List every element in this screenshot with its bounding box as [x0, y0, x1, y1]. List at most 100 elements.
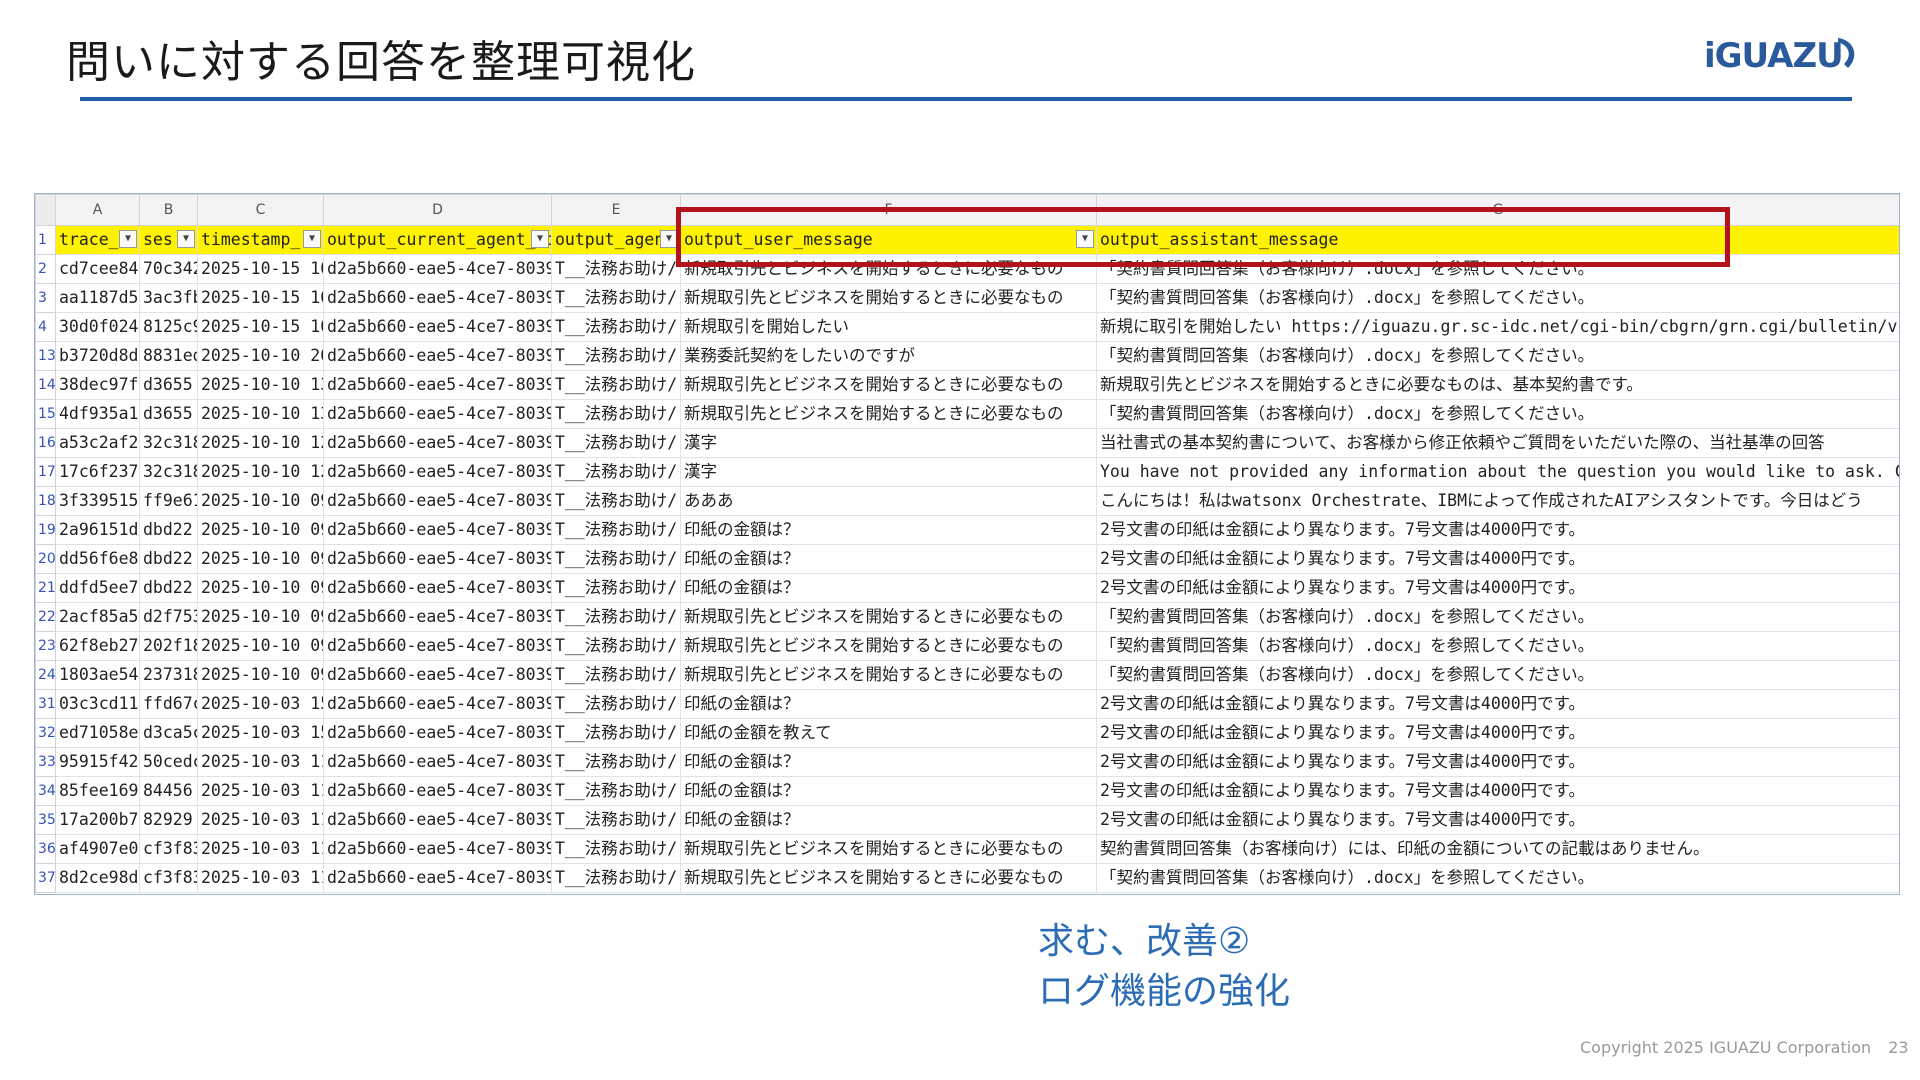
cell-assistant-message[interactable]: 新規取引先とビジネスを開始するときに必要なものは、基本契約書です。 [1096, 370, 1899, 400]
row-number[interactable]: 16 [35, 428, 56, 458]
cell-agent[interactable]: T__法務お助け/ [551, 602, 681, 632]
cell-agent-id[interactable]: d2a5b660-eae5-4ce7-8039 [323, 544, 552, 574]
cell-trace-id[interactable]: 1803ae54 [55, 660, 140, 690]
cell-timestamp[interactable]: 2025-10-10 12 [197, 457, 324, 487]
cell-trace-id[interactable]: 03c3cd11 [55, 689, 140, 719]
cell-assistant-message[interactable]: 契約書質問回答集（お客様向け）には、印紙の金額についての記載はありません。 [1096, 834, 1899, 864]
cell-assistant-message[interactable]: 「契約書質問回答集（お客様向け）.docx」を参照してください。 [1096, 283, 1899, 313]
cell-user-message[interactable]: 漢字 [680, 457, 1097, 487]
row-number[interactable]: 2 [35, 254, 56, 284]
cell-trace-id[interactable]: af4907e0 [55, 834, 140, 864]
row-number[interactable]: 4 [35, 312, 56, 342]
header-agent-id[interactable]: output_current_agent_id ▼ [323, 225, 552, 255]
cell-trace-id[interactable]: 17a200b7 [55, 805, 140, 835]
header-agent[interactable]: output_agen ▼ [551, 225, 681, 255]
row-number[interactable]: 13 [35, 341, 56, 371]
cell-timestamp[interactable]: 2025-10-10 09 [197, 544, 324, 574]
cell-session[interactable]: cf3f83 [139, 863, 198, 893]
cell-timestamp[interactable]: 2025-10-03 15 [197, 689, 324, 719]
cell-trace-id[interactable]: 62f8eb27 [55, 631, 140, 661]
cell-session[interactable]: cf3f83 [139, 834, 198, 864]
cell-trace-id[interactable]: a53c2af2 [55, 428, 140, 458]
row-number[interactable]: 33 [35, 747, 56, 777]
filter-dropdown-icon[interactable]: ▼ [119, 230, 137, 248]
cell-trace-id[interactable]: 30d0f024 [55, 312, 140, 342]
cell-session[interactable]: 237318 [139, 660, 198, 690]
cell-trace-id[interactable]: 2a96151d [55, 515, 140, 545]
row-number[interactable]: 1 [35, 225, 56, 255]
cell-session[interactable]: dbd22 [139, 515, 198, 545]
cell-agent-id[interactable]: d2a5b660-eae5-4ce7-8039 [323, 718, 552, 748]
cell-agent-id[interactable]: d2a5b660-eae5-4ce7-8039 [323, 689, 552, 719]
column-header-e[interactable]: E [551, 194, 681, 226]
spreadsheet[interactable]: A B C D E F G 1 trace_i ▼ ses ▼ timestamp_… [34, 193, 1900, 895]
cell-assistant-message[interactable]: 2号文書の印紙は金額により異なります。7号文書は4000円です。 [1096, 776, 1899, 806]
header-trace-id[interactable]: trace_i ▼ [55, 225, 140, 255]
cell-user-message[interactable]: 業務委託契約をしたいのですが [680, 341, 1097, 371]
cell-timestamp[interactable]: 2025-10-10 09 [197, 631, 324, 661]
cell-user-message[interactable]: 印紙の金額は？ [680, 515, 1097, 545]
cell-agent-id[interactable]: d2a5b660-eae5-4ce7-8039 [323, 747, 552, 777]
cell-agent[interactable]: T__法務お助け/ [551, 312, 681, 342]
cell-trace-id[interactable]: 85fee169 [55, 776, 140, 806]
cell-agent[interactable]: T__法務お助け/ [551, 544, 681, 574]
cell-agent[interactable]: T__法務お助け/ [551, 399, 681, 429]
cell-assistant-message[interactable]: 「契約書質問回答集（お客様向け）.docx」を参照してください。 [1096, 660, 1899, 690]
cell-assistant-message[interactable]: 2号文書の印紙は金額により異なります。7号文書は4000円です。 [1096, 805, 1899, 835]
cell-session[interactable]: 50cedc [139, 747, 198, 777]
cell-trace-id[interactable]: 4df935a1 [55, 399, 140, 429]
column-header-g[interactable]: G [1096, 194, 1899, 226]
column-header-a[interactable]: A [55, 194, 140, 226]
cell-agent[interactable]: T__法務お助け/ [551, 863, 681, 893]
cell-timestamp[interactable]: 2025-10-03 15 [197, 718, 324, 748]
row-number[interactable]: 3 [35, 283, 56, 313]
cell-agent-id[interactable]: d2a5b660-eae5-4ce7-8039 [323, 660, 552, 690]
row-number[interactable]: 32 [35, 718, 56, 748]
cell-agent-id[interactable]: d2a5b660-eae5-4ce7-8039 [323, 834, 552, 864]
cell-timestamp[interactable]: 2025-10-15 10 [197, 254, 324, 284]
cell-agent-id[interactable]: d2a5b660-eae5-4ce7-8039 [323, 805, 552, 835]
cell-user-message[interactable]: 新規取引先とビジネスを開始するときに必要なもの [680, 399, 1097, 429]
cell-agent-id[interactable]: d2a5b660-eae5-4ce7-8039 [323, 457, 552, 487]
cell-timestamp[interactable]: 2025-10-10 09 [197, 602, 324, 632]
cell-agent-id[interactable]: d2a5b660-eae5-4ce7-8039 [323, 486, 552, 516]
row-number[interactable]: 21 [35, 573, 56, 603]
cell-agent-id[interactable]: d2a5b660-eae5-4ce7-8039 [323, 428, 552, 458]
cell-assistant-message[interactable]: こんにちは！私はwatsonx Orchestrate、IBMによって作成された… [1096, 486, 1899, 516]
cell-trace-id[interactable]: 38dec97ff [55, 370, 140, 400]
cell-agent-id[interactable]: d2a5b660-eae5-4ce7-8039 [323, 602, 552, 632]
cell-timestamp[interactable]: 2025-10-03 11 [197, 805, 324, 835]
cell-timestamp[interactable]: 2025-10-10 20 [197, 341, 324, 371]
filter-dropdown-icon[interactable]: ▼ [1076, 230, 1094, 248]
filter-dropdown-icon[interactable]: ▼ [177, 230, 195, 248]
cell-user-message[interactable]: 新規取引先とビジネスを開始するときに必要なもの [680, 602, 1097, 632]
cell-user-message[interactable]: 印紙の金額は？ [680, 689, 1097, 719]
cell-user-message[interactable]: 新規取引先とビジネスを開始するときに必要なもの [680, 834, 1097, 864]
cell-timestamp[interactable]: 2025-10-03 11 [197, 747, 324, 777]
cell-session[interactable]: 8831ed [139, 341, 198, 371]
cell-session[interactable]: ff9e61 [139, 486, 198, 516]
cell-session[interactable]: d3655 [139, 399, 198, 429]
cell-user-message[interactable]: 印紙の金額は？ [680, 747, 1097, 777]
row-number[interactable]: 24 [35, 660, 56, 690]
cell-timestamp[interactable]: 2025-10-10 09 [197, 515, 324, 545]
cell-timestamp[interactable]: 2025-10-15 10 [197, 312, 324, 342]
cell-agent[interactable]: T__法務お助け/ [551, 573, 681, 603]
filter-dropdown-icon[interactable]: ▼ [303, 230, 321, 248]
cell-assistant-message[interactable]: 2号文書の印紙は金額により異なります。7号文書は4000円です。 [1096, 515, 1899, 545]
cell-session[interactable]: 8125c9 [139, 312, 198, 342]
row-number[interactable]: 14 [35, 370, 56, 400]
column-header-c[interactable]: C [197, 194, 324, 226]
cell-trace-id[interactable]: b3720d8d [55, 341, 140, 371]
cell-agent[interactable]: T__法務お助け/ [551, 428, 681, 458]
cell-trace-id[interactable]: aa1187d5 [55, 283, 140, 313]
cell-session[interactable]: ffd67c [139, 689, 198, 719]
cell-agent-id[interactable]: d2a5b660-eae5-4ce7-8039 [323, 863, 552, 893]
cell-agent[interactable]: T__法務お助け/ [551, 834, 681, 864]
cell-user-message[interactable]: 新規取引先とビジネスを開始するときに必要なもの [680, 660, 1097, 690]
cell-agent[interactable]: T__法務お助け/ [551, 660, 681, 690]
cell-assistant-message[interactable]: 「契約書質問回答集（お客様向け）.docx」を参照してください。 [1096, 341, 1899, 371]
cell-agent-id[interactable]: d2a5b660-eae5-4ce7-8039 [323, 341, 552, 371]
cell-agent[interactable]: T__法務お助け/ [551, 631, 681, 661]
cell-agent[interactable]: T__法務お助け/ [551, 718, 681, 748]
